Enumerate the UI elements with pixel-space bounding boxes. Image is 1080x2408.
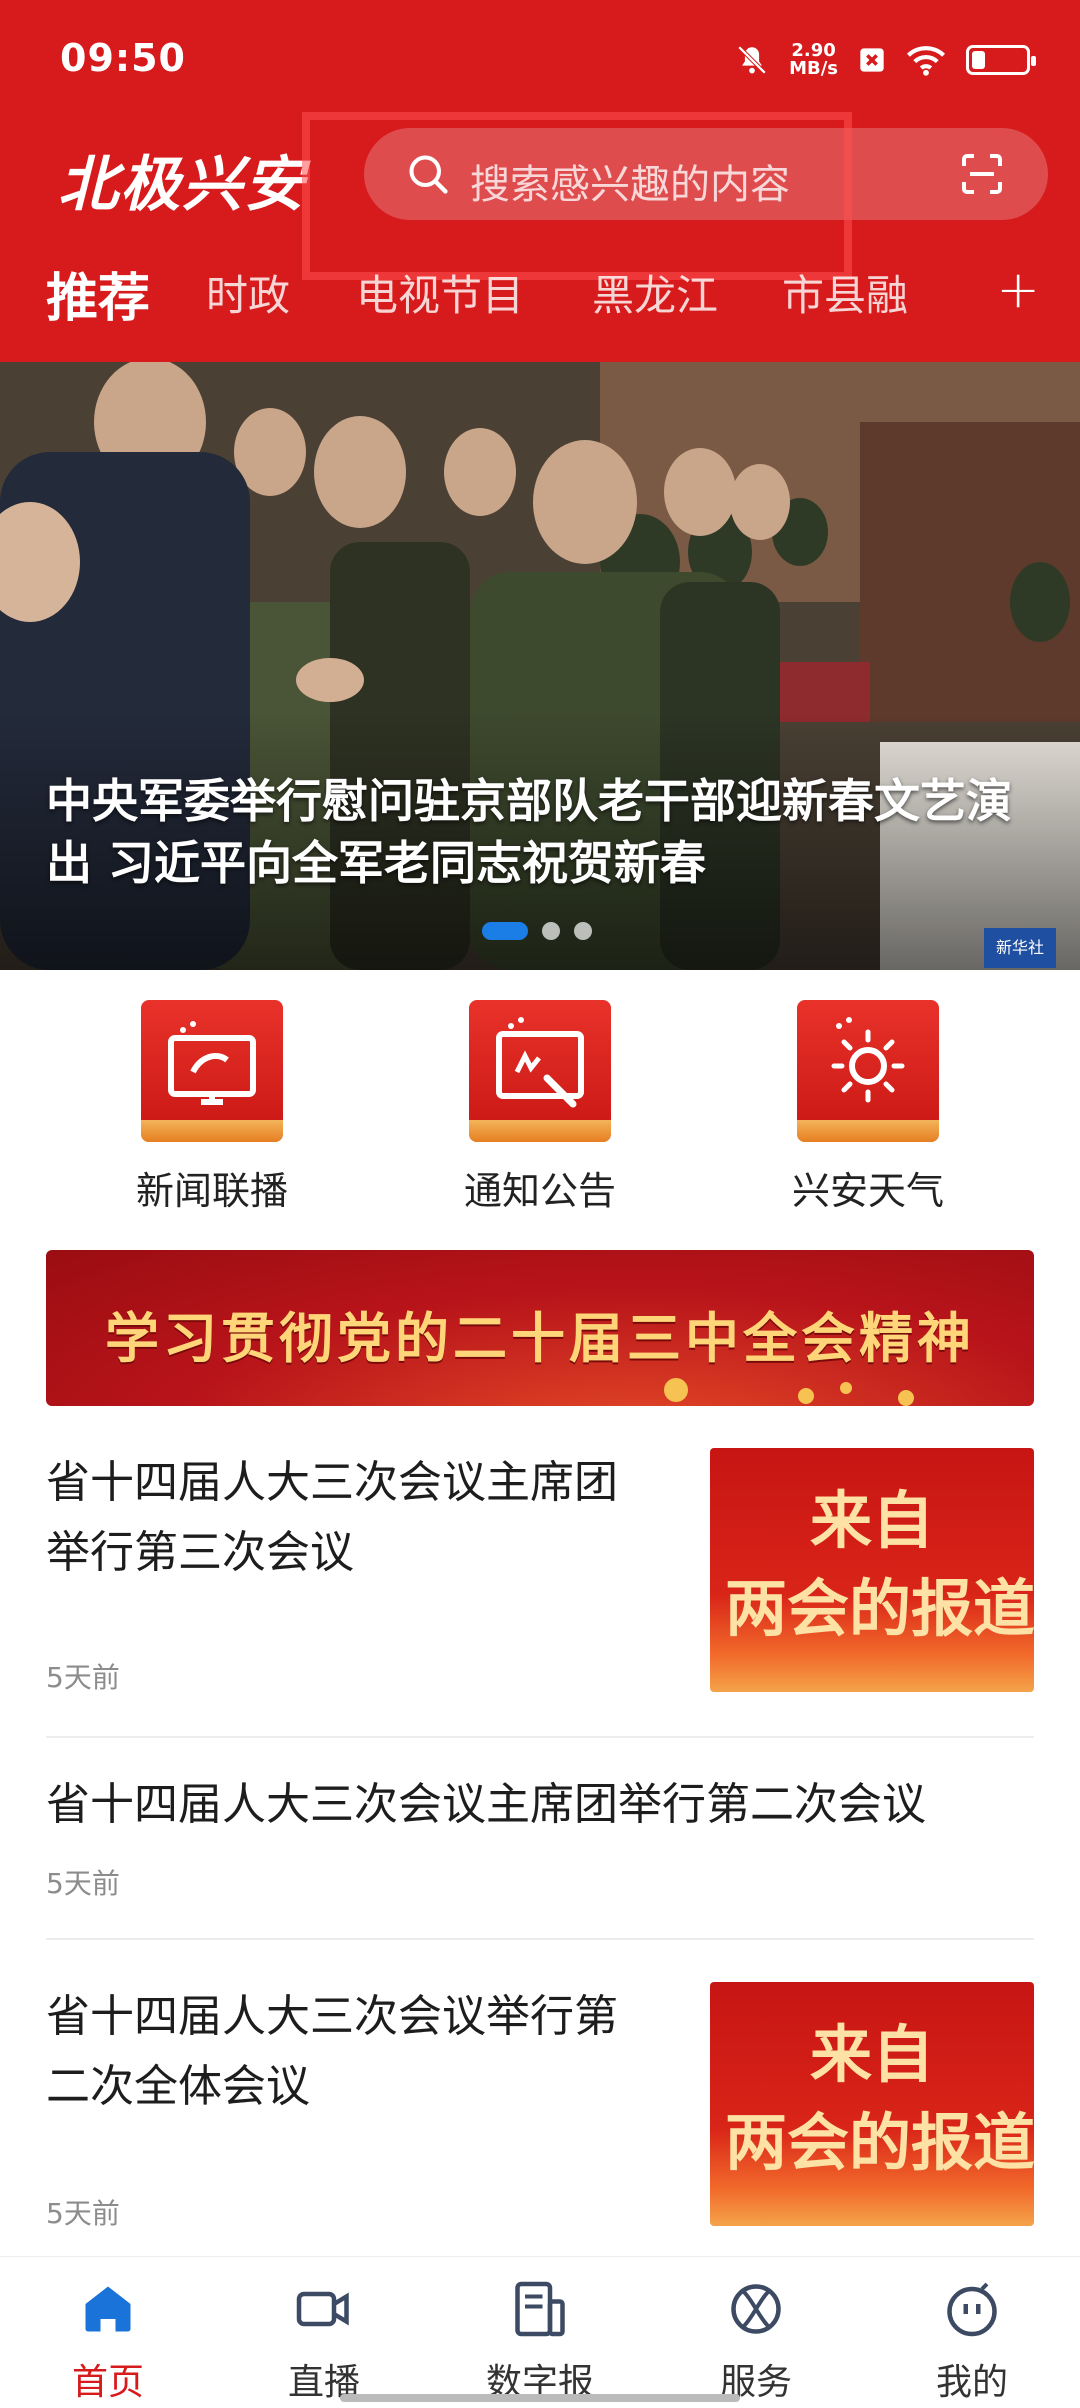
tab-heilongjiang[interactable]: 黑龙江 <box>592 262 718 323</box>
service-icon <box>731 2284 781 2334</box>
news-title: 省十四届人大三次会议主席团举行第二次会议 <box>46 1779 926 1830</box>
news-title: 省十四届人大三次会议主席团举行第三次会议 <box>46 1457 618 1578</box>
quick-link-news-broadcast[interactable]: 新闻联播 <box>92 1000 332 1215</box>
nav-label: 首页 <box>71 2362 144 2403</box>
nav-services[interactable]: 服务 <box>648 2279 864 2405</box>
news-item[interactable]: 省十四届人大三次会议主席团举行第二次会议 5天前 <box>46 1770 1034 1900</box>
thumbnail-text: 来自 <box>809 2018 934 2091</box>
nav-profile[interactable]: 我的 <box>864 2279 1080 2405</box>
news-time: 5天前 <box>46 1867 120 1900</box>
divider <box>46 1736 1034 1738</box>
carousel-dot-2[interactable] <box>542 922 560 940</box>
add-channel-button[interactable]: + <box>996 260 1040 320</box>
tab-tv-programs[interactable]: 电视节目 <box>356 262 524 323</box>
carousel-dot-3[interactable] <box>574 922 592 940</box>
news-item[interactable]: 省十四届人大三次会议举行第二次全体会议 5天前 来自 两会的报道 <box>46 1982 1034 2230</box>
status-bar: 09:50 2.90 MB/s <box>0 0 1080 120</box>
banner-headline: 学习贯彻党的二十届三中全会精神 <box>105 1307 975 1370</box>
quick-link-weather[interactable]: 兴安天气 <box>748 1000 988 1215</box>
mute-bell-icon <box>737 45 767 75</box>
nav-digital-paper[interactable]: 数字报 <box>432 2279 648 2405</box>
xinhua-watermark: 新华社 <box>984 928 1056 968</box>
tab-county-media[interactable]: 市县融 <box>782 262 908 323</box>
nav-label: 我的 <box>935 2362 1008 2403</box>
status-time: 09:50 <box>60 36 186 80</box>
quick-link-notices[interactable]: 通知公告 <box>420 1000 660 1215</box>
scan-icon[interactable] <box>958 150 1006 198</box>
divider <box>46 1938 1034 1940</box>
quick-link-label: 兴安天气 <box>791 1169 944 1213</box>
hero-carousel[interactable]: 中央军委举行慰问驻京部队老干部迎新春文艺演出 习近平向全军老同志祝贺新春 新华社 <box>0 362 1080 970</box>
battery-level <box>972 51 985 69</box>
thumbnail-text: 两会的报道 <box>724 2106 1034 2179</box>
promo-banner[interactable]: 学习贯彻党的二十届三中全会精神 <box>46 1250 1034 1406</box>
app-logo: 北极兴安 <box>58 150 306 220</box>
home-indicator <box>340 2394 740 2402</box>
quick-link-label: 通知公告 <box>463 1169 616 1213</box>
news-title: 省十四届人大三次会议举行第二次全体会议 <box>46 1991 618 2112</box>
hero-headline[interactable]: 中央军委举行慰问驻京部队老干部迎新春文艺演出 习近平向全军老同志祝贺新春 <box>46 770 1036 894</box>
newspaper-icon <box>515 2281 565 2337</box>
wifi-icon <box>906 46 946 76</box>
carousel-indicator <box>482 922 592 940</box>
channel-tabs: 推荐 时政 电视节目 黑龙江 市县融 + <box>0 260 1080 352</box>
thumbnail-text: 两会的报道 <box>724 1572 1034 1645</box>
news-time: 5天前 <box>46 2197 120 2230</box>
search-highlight-overlay <box>302 112 852 280</box>
quick-link-label: 新闻联播 <box>135 1169 288 1213</box>
quick-links: 新闻联播 通知公告 兴安天气 <box>0 1000 1080 1220</box>
home-icon <box>85 2286 131 2332</box>
status-icons: 2.90 MB/s <box>735 40 1036 79</box>
nav-home[interactable]: 首页 <box>0 2279 216 2405</box>
profile-face-icon <box>947 2282 997 2337</box>
bottom-navigation: 首页 直播 数字报 服务 我的 <box>0 2256 1080 2408</box>
news-thumbnail: 来自 两会的报道 <box>710 1982 1034 2226</box>
app-header: 09:50 2.90 MB/s 北极兴安 搜索感兴趣的内容 推荐 时政 电视节目… <box>0 0 1080 362</box>
tab-politics[interactable]: 时政 <box>206 262 290 323</box>
nav-live[interactable]: 直播 <box>216 2279 432 2405</box>
news-item[interactable]: 省十四届人大三次会议主席团举行第三次会议 5天前 来自 两会的报道 <box>46 1448 1034 1694</box>
carousel-dot-1[interactable] <box>482 922 528 940</box>
thumbnail-text: 来自 <box>809 1484 934 1557</box>
network-speed: 2.90 MB/s <box>789 40 838 79</box>
news-thumbnail: 来自 两会的报道 <box>710 1448 1034 1692</box>
tab-recommend[interactable]: 推荐 <box>46 256 150 331</box>
sim-blocked-icon <box>860 48 884 72</box>
news-time: 5天前 <box>46 1661 120 1694</box>
video-camera-icon <box>296 2291 349 2327</box>
battery-icon <box>966 45 1036 75</box>
